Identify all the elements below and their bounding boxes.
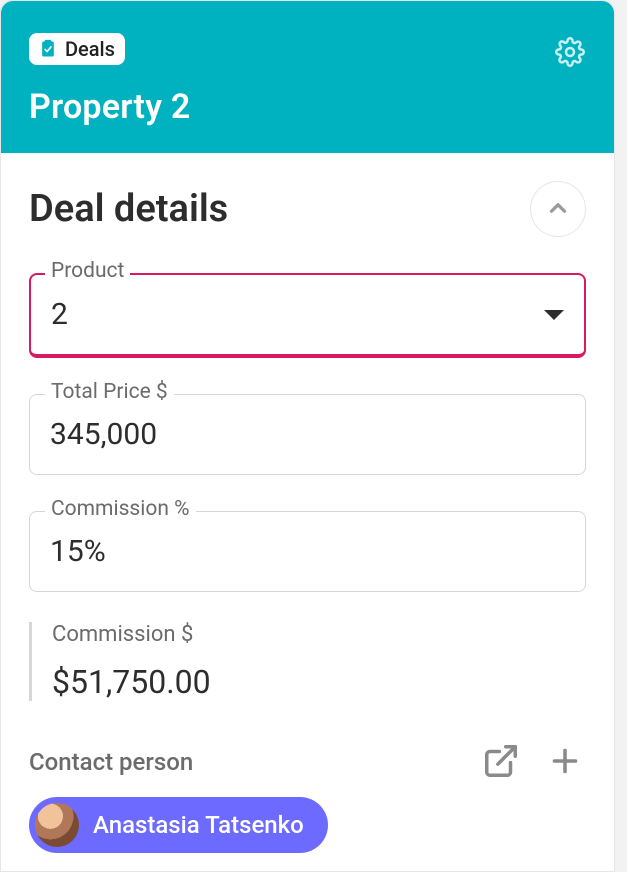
- commission-amt-value: $51,750.00: [52, 663, 586, 701]
- commission-pct-input[interactable]: 15%: [29, 511, 586, 592]
- total-price-field: Total Price $ 345,000: [29, 394, 586, 475]
- external-link-icon: [482, 742, 520, 783]
- open-contact-button[interactable]: [480, 741, 522, 783]
- field-label: Commission %: [45, 497, 196, 521]
- badge-label: Deals: [65, 37, 115, 61]
- commission-amt-field: Commission $ $51,750.00: [29, 622, 586, 701]
- panel-header: Deals Property 2: [1, 1, 614, 153]
- contact-actions: [480, 741, 586, 783]
- deal-panel: Deals Property 2 Deal details: [0, 0, 615, 872]
- commission-pct-value: 15%: [50, 534, 106, 569]
- total-price-value: 345,000: [50, 417, 157, 452]
- section-header: Deal details: [29, 181, 586, 237]
- plus-icon: [547, 743, 583, 782]
- field-label: Product: [45, 259, 130, 283]
- settings-button[interactable]: [554, 37, 586, 69]
- contact-person-row: Contact person: [29, 741, 586, 783]
- product-value: 2: [51, 297, 68, 332]
- field-label: Total Price $: [45, 380, 174, 404]
- add-contact-button[interactable]: [544, 741, 586, 783]
- page-title: Property 2: [29, 87, 586, 127]
- avatar: [35, 803, 79, 847]
- commission-pct-field: Commission % 15%: [29, 511, 586, 592]
- product-field: Product 2: [29, 273, 586, 358]
- collapse-button[interactable]: [530, 181, 586, 237]
- deals-badge[interactable]: Deals: [29, 33, 125, 65]
- section-title: Deal details: [29, 187, 228, 231]
- panel-body: Deal details Product 2 Total Price $ 345…: [1, 153, 614, 871]
- clipboard-check-icon: [37, 38, 59, 60]
- total-price-input[interactable]: 345,000: [29, 394, 586, 475]
- gear-icon: [555, 37, 585, 70]
- contact-person-label: Contact person: [29, 748, 193, 776]
- contact-person-chip[interactable]: Anastasia Tatsenko: [29, 797, 328, 853]
- chevron-up-icon: [545, 195, 571, 224]
- field-label: Commission $: [52, 622, 586, 647]
- product-dropdown[interactable]: 2: [29, 273, 586, 358]
- caret-down-icon: [544, 310, 564, 320]
- contact-person-name: Anastasia Tatsenko: [93, 811, 304, 839]
